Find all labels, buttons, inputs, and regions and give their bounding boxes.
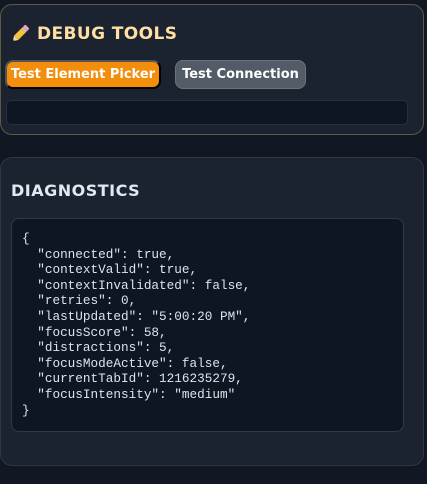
debug-tools-title: DEBUG TOOLS xyxy=(37,24,178,44)
debug-tools-header: DEBUG TOOLS xyxy=(9,23,177,45)
test-connection-button[interactable]: Test Connection xyxy=(175,60,306,89)
debug-status-output xyxy=(6,100,408,125)
test-element-picker-button[interactable]: Test Element Picker xyxy=(5,60,161,89)
diagnostics-json-output: { "connected": true, "contextValid": tru… xyxy=(11,218,404,432)
pencil-icon xyxy=(12,24,30,42)
diagnostics-title: DIAGNOSTICS xyxy=(11,181,141,200)
debug-tools-panel: DEBUG TOOLS Test Element Picker Test Con… xyxy=(0,4,424,135)
diagnostics-panel: DIAGNOSTICS { "connected": true, "contex… xyxy=(0,157,424,466)
